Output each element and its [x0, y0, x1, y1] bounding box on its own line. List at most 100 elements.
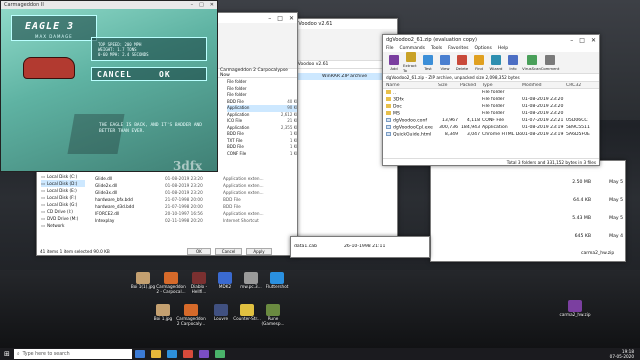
maximize-icon[interactable]: □	[199, 2, 204, 8]
menu-item[interactable]: Commands	[400, 46, 425, 51]
file-row[interactable]: Glide.dll 01-08-2019 23:20 Application ext…	[95, 175, 295, 182]
desktop-icon[interactable]: Fluttershot	[262, 272, 292, 290]
game-taskbar-icon[interactable]	[214, 350, 225, 358]
desktop-icon[interactable]: Carmageddon 2 Carpocaly...	[176, 304, 206, 326]
column-header-cell[interactable]: Modified	[522, 83, 566, 88]
archive-row[interactable]: Doc File folder 01-08-2019 23:20	[383, 103, 599, 110]
desktop-icon-label: Carmageddon 2 Carpocaly...	[176, 316, 206, 326]
close-icon[interactable]: ✕	[289, 15, 294, 22]
file-row[interactable]: 645 KB May 4	[541, 227, 625, 245]
toolbar-button[interactable]: Test	[420, 54, 436, 71]
task-view-icon[interactable]	[134, 350, 145, 358]
edge-icon[interactable]	[166, 350, 177, 358]
file-type-list: File folder File folder File folder BDD Fil…	[227, 79, 297, 158]
ok-button[interactable]: OK	[187, 248, 211, 255]
desktop-icon[interactable]: carma2_hw.zip	[560, 300, 590, 318]
game-screen[interactable]: EAGLE 3 MAX DAMAGE TOP SPEED: 200 MPH WE…	[1, 9, 217, 171]
toolbar-button[interactable]: Extract To	[403, 52, 419, 73]
file-row[interactable]: hardware_d3d.bdd 21-07-1998 20:00 BDD File	[95, 203, 295, 210]
sidebar-item[interactable]: ▭ Local Disk (C:)	[41, 173, 85, 180]
menu-item[interactable]: Options	[474, 46, 491, 51]
search-box[interactable]: ⌕ Type here to search	[13, 349, 132, 359]
file-type: Application exten...	[223, 183, 264, 188]
archive-path[interactable]: dgVoodoo2_61.zip - ZIP archive, unpacked…	[383, 74, 599, 82]
menu-item[interactable]: File	[386, 46, 394, 51]
archive-row[interactable]: 3Dfx File folder 01-08-2019 23:20	[383, 96, 599, 103]
column-header-cell[interactable]: Size	[438, 83, 460, 88]
archive-row[interactable]: QuickGuide.html 8,349 3,047 Chrome HTML Do.…	[383, 131, 599, 138]
menu-item[interactable]: Tools	[431, 46, 442, 51]
toolbar-button[interactable]: Add	[386, 54, 402, 71]
explorer-mid-address[interactable]: dgVoodoo v2.61	[289, 61, 397, 69]
archive-row[interactable]: dgVoodoo.conf 13,967 4,118 CONF File 01-07-2…	[383, 117, 599, 124]
file-row[interactable]: Intexplay 02-11-1998 20:20 Internet Shortc…	[95, 217, 295, 224]
toolbar-button[interactable]: View	[437, 54, 453, 71]
desktop-icon[interactable]: Rune (Gamesp...	[258, 304, 288, 326]
column-header-cell[interactable]: Type	[482, 83, 522, 88]
explorer-bottom-window[interactable]: data1.cab 26-10-1998 21:11	[290, 236, 430, 258]
close-icon[interactable]: ✕	[210, 2, 214, 8]
file-date: 01-08-2019 23:20	[165, 176, 203, 181]
game-ok-button[interactable]: OK	[159, 70, 171, 79]
file-name-text: dgVoodooCpl.exe	[393, 125, 433, 131]
menu-item[interactable]: Favorites	[448, 46, 468, 51]
sidebar-item[interactable]: ▭ CD Drive (I:)	[41, 208, 85, 215]
selected-file-row[interactable]: WinRAR ZIP archive	[289, 73, 397, 80]
toolbar-button[interactable]: Wizard	[488, 54, 504, 71]
sidebar-item[interactable]: ▭ Local Disk (D:)	[41, 180, 85, 187]
file-row[interactable]: 5.43 MB May 5	[541, 209, 625, 227]
sidebar-item[interactable]: ▭ Local Disk (G:)	[41, 201, 85, 208]
game-window[interactable]: Carmageddon II – □ ✕ EAGLE 3 MAX DAMAGE TO…	[0, 0, 218, 172]
desktop-icon[interactable]: Boi 1(1).jpg	[128, 272, 158, 290]
column-header-cell[interactable]: CRC32	[566, 83, 594, 88]
file-row[interactable]: Glide3x.dll 01-08-2019 23:20 Application e…	[95, 189, 295, 196]
file-row[interactable]: hardware_bfx.bdd 21-07-1998 20:00 BDD File	[95, 196, 295, 203]
desktop-icon[interactable]: Carmageddon 2 - Carpocal...	[156, 272, 186, 294]
file-row[interactable]: CONF File 1 KB	[227, 151, 297, 158]
bottom-file-row[interactable]: data1.cab 26-10-1998 21:11	[291, 243, 429, 250]
cancel-button[interactable]: Cancel	[214, 248, 243, 255]
sidebar-item[interactable]: ▭ Local Disk (F:)	[41, 194, 85, 201]
sidebar-item[interactable]: ▭ Network	[41, 222, 85, 229]
clock[interactable]: 19:18 07-05-2020	[610, 349, 640, 359]
toolbar-button[interactable]: Info	[505, 54, 521, 71]
desktop-icon-label: Louvre	[213, 316, 229, 321]
game-cancel-button[interactable]: CANCEL	[97, 70, 132, 79]
file-explorer-icon[interactable]	[150, 350, 161, 358]
file-row[interactable]: IFORCE2.dll 20-10-1997 16:56 Application e…	[95, 210, 295, 217]
car-name: EAGLE 3	[25, 21, 75, 32]
apply-button[interactable]: Apply	[246, 248, 272, 255]
minimize-icon[interactable]: –	[268, 15, 271, 22]
toolbar-button[interactable]: Comment	[541, 54, 559, 71]
menu-item[interactable]: Help	[498, 46, 508, 51]
close-icon[interactable]: ✕	[591, 37, 596, 44]
archive-row[interactable]: .. File folder	[383, 89, 599, 96]
archive-row[interactable]: MS File folder 01-08-2019 23:20	[383, 110, 599, 117]
maximize-icon[interactable]: □	[579, 37, 585, 44]
sidebar-item[interactable]: ▭ DVD Drive (M:)	[41, 215, 85, 222]
archive-row[interactable]: dgVoodooCpl.exe 300,736 184,943 Application…	[383, 124, 599, 131]
minimize-icon[interactable]: –	[570, 37, 573, 44]
toolbar-button[interactable]: Find	[471, 54, 487, 71]
maximize-icon[interactable]: □	[277, 15, 283, 22]
column-header-cell[interactable]: Name	[386, 83, 438, 88]
file-name: Glide3x.dll	[95, 190, 118, 195]
desktop-icon[interactable]: Boi 1.jpg	[148, 304, 178, 322]
file-row[interactable]: Glide2x.dll 01-08-2019 23:20 Application e…	[95, 182, 295, 189]
minimize-icon[interactable]: –	[191, 2, 194, 8]
column-header-cell[interactable]: Packed	[460, 83, 482, 88]
file-row[interactable]: 2.50 MB May 5	[541, 173, 625, 191]
chrome-icon[interactable]	[182, 350, 193, 358]
toolbar-icon	[440, 54, 450, 65]
desktop-icon-image	[218, 272, 232, 284]
sidebar-item[interactable]: ▭ Local Disk (E:)	[41, 187, 85, 194]
dialog-buttons: OK Cancel Apply	[187, 248, 272, 255]
toolbar-button[interactable]: Delete	[454, 54, 470, 71]
winrar-icon[interactable]	[198, 350, 209, 358]
winrar-window[interactable]: dgVoodoo2_61.zip (evaluation copy) – □ ✕ F…	[382, 34, 600, 166]
file-name: MS	[386, 110, 438, 116]
file-row[interactable]: 64.4 KB May 5	[541, 191, 625, 209]
windows-start-icon[interactable]: ⊞	[4, 350, 10, 358]
toolbar-button[interactable]: VirusScan	[522, 54, 541, 71]
explorer-right-window[interactable]: 2.50 MB May 5 64.4 KB May 5 5.43 MB May 5 645 …	[430, 160, 626, 262]
